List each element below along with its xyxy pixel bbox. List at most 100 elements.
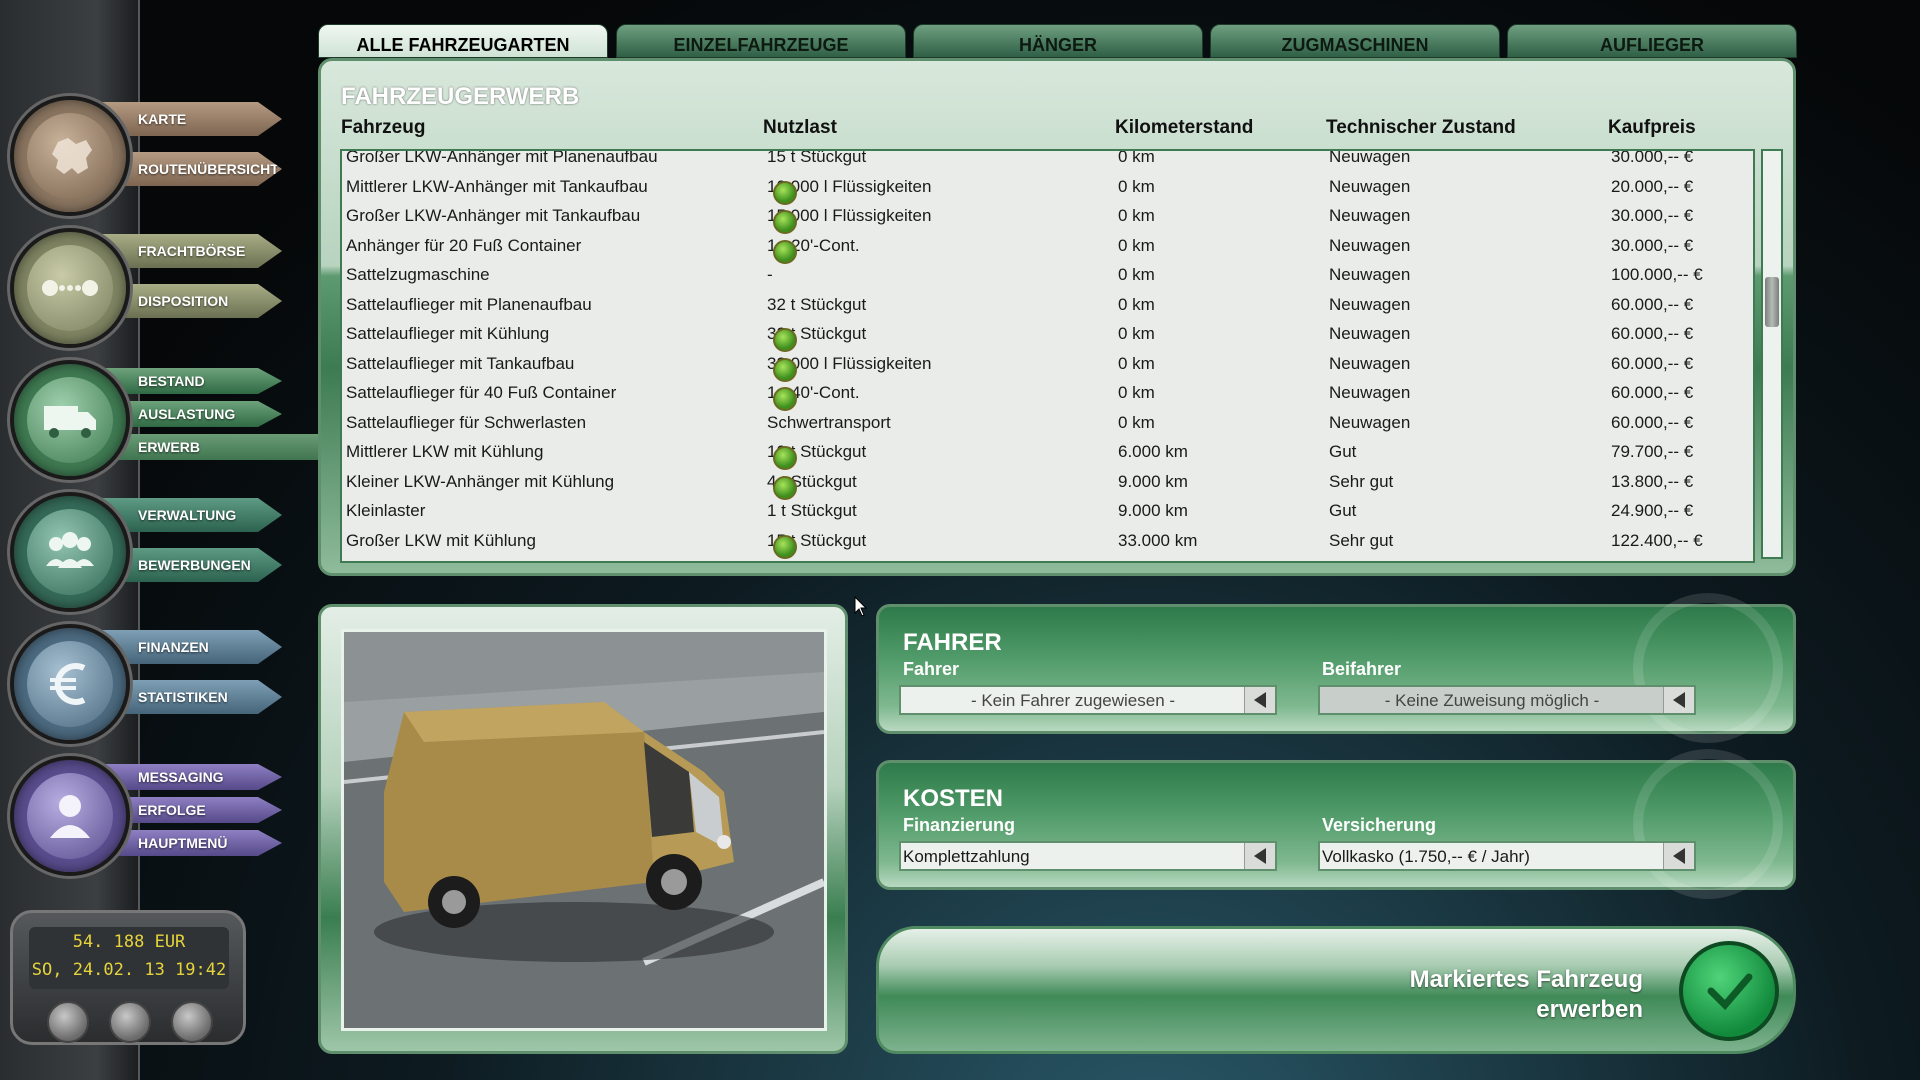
cell-mileage: 9.000 km [1118, 501, 1188, 521]
cell-price: 100.000,-- € [1611, 265, 1703, 285]
cell-condition-text: Neuwagen [1329, 206, 1411, 225]
table-row[interactable]: Großer LKW-Anhänger mit Tankaufbau 15.000… [342, 202, 1753, 234]
finance-disc [10, 624, 130, 744]
cell-payload: 32 t Stückgut [767, 324, 866, 352]
cell-payload: - [767, 265, 773, 285]
cell-price: 60.000,-- € [1611, 354, 1693, 374]
table-row[interactable]: Mittlerer LKW mit Kühlung 10 t Stückgut 6.… [342, 438, 1753, 470]
cell-price-text: 60.000,-- € [1611, 353, 1694, 373]
clock-button-3[interactable] [171, 1001, 213, 1043]
table-row[interactable]: Sattelauflieger mit Tankaufbau 32.000 l F… [342, 350, 1753, 382]
clock-button-1[interactable] [47, 1001, 89, 1043]
cell-mileage: 0 km [1118, 151, 1155, 167]
codriver-select-arrow-icon[interactable] [1663, 687, 1694, 713]
costs-section-title: KOSTEN [903, 785, 1004, 812]
tab-alle-fahrzeugarten[interactable]: ALLE FAHRZEUGARTEN [318, 24, 608, 58]
cell-condition: Neuwagen [1329, 295, 1410, 315]
cell-payload: 32 t Stückgut [767, 295, 866, 315]
scrollbar-thumb[interactable] [1765, 277, 1779, 327]
insurance-select-arrow-icon[interactable] [1663, 843, 1694, 869]
cell-mileage-text: 6.000 km [1118, 442, 1188, 461]
cell-price: 60.000,-- € [1611, 324, 1693, 344]
tab-zugmaschinen[interactable]: ZUGMASCHINEN [1210, 24, 1500, 58]
cell-payload-text: 32 t Stückgut [767, 294, 867, 314]
cell-price: 60.000,-- € [1611, 295, 1693, 315]
cell-vehicle: Kleinlaster [346, 501, 425, 521]
financing-select[interactable]: Komplettzahlung [899, 841, 1277, 871]
cell-price-text: 13.800,-- € [1611, 471, 1694, 491]
col-header-price[interactable]: Kaufpreis [1608, 117, 1696, 139]
cell-price: 30.000,-- € [1611, 206, 1693, 226]
col-header-condition[interactable]: Technischer Zustand [1326, 117, 1516, 139]
tab-einzelfahrzeuge[interactable]: EINZELFAHRZEUGE [616, 24, 906, 58]
codriver-select[interactable]: - Keine Zuweisung möglich - [1318, 685, 1696, 715]
cell-condition: Gut [1329, 442, 1356, 462]
clock-button-2[interactable] [109, 1001, 151, 1043]
table-row[interactable]: Sattelzugmaschine - 0 km Neuwagen 100.000,--… [342, 261, 1753, 290]
nav-routen-label: ROUTENÜBERSICHT [138, 161, 279, 177]
cell-vehicle-text: Sattelauflieger mit Tankaufbau [346, 353, 575, 373]
codriver-label: Beifahrer [1322, 659, 1402, 679]
cell-vehicle-text: Sattelauflieger für 40 Fuß Container [346, 383, 617, 402]
datetime-readout: SO, 24.02. 13 19:42 [31, 960, 227, 980]
cell-condition-text: Neuwagen [1329, 294, 1411, 314]
col-header-vehicle[interactable]: Fahrzeug [341, 117, 425, 139]
cell-payload: 32.000 l Flüssigkeiten [767, 354, 931, 382]
cell-price: 60.000,-- € [1611, 383, 1693, 403]
cargo-type-icon [773, 239, 797, 264]
driver-select-arrow-icon[interactable] [1244, 687, 1275, 713]
tab-auflieger[interactable]: AUFLIEGER [1507, 24, 1797, 58]
table-row[interactable]: Anhänger für 20 Fuß Container 1× 20'-Cont… [342, 232, 1753, 264]
fleet-disc [10, 360, 130, 480]
cell-mileage-text: 0 km [1118, 324, 1155, 343]
driver-label: Fahrer [903, 659, 960, 679]
cargo-type-icon [773, 534, 797, 559]
cell-vehicle: Sattelzugmaschine [346, 265, 490, 285]
nav-erwerb-label: ERWERB [138, 439, 200, 455]
nav-bewerbungen-label: BEWERBUNGEN [138, 557, 251, 573]
insurance-select[interactable]: Vollkasko (1.750,-- € / Jahr) [1318, 841, 1696, 871]
vehicle-table-scrollbar[interactable] [1761, 149, 1783, 559]
cell-price-text: 60.000,-- € [1611, 294, 1694, 314]
table-row[interactable]: Sattelauflieger mit Planenaufbau 32 t Stü… [342, 291, 1753, 320]
map-disc [10, 96, 130, 216]
tab-haenger[interactable]: HÄNGER [913, 24, 1203, 58]
driver-select[interactable]: - Kein Fahrer zugewiesen - [899, 685, 1277, 715]
cell-condition-text: Neuwagen [1329, 149, 1411, 166]
nav-verwaltung-label: VERWALTUNG [138, 507, 237, 523]
cell-condition-text: Sehr gut [1329, 530, 1394, 550]
table-row[interactable]: Sattelauflieger mit Kühlung 32 t Stückgut… [342, 320, 1753, 352]
table-row[interactable]: Mittlerer LKW-Anhänger mit Tankaufbau 10.… [342, 173, 1753, 205]
table-row[interactable]: Kleinlaster 1 t Stückgut 9.000 km Gut 24.900… [342, 497, 1753, 526]
cell-mileage: 6.000 km [1118, 442, 1188, 462]
table-row[interactable]: Großer LKW-Anhänger mit Planenaufbau 15 t… [342, 149, 1753, 172]
cell-condition: Neuwagen [1329, 413, 1410, 433]
col-header-payload[interactable]: Nutzlast [763, 117, 837, 139]
cell-vehicle-text: Sattelauflieger mit Kühlung [346, 324, 550, 343]
table-row[interactable]: Sattelauflieger für 40 Fuß Container 1× 4… [342, 379, 1753, 411]
cell-payload: 1× 40'-Cont. [767, 383, 860, 411]
truck-icon [44, 406, 96, 438]
vehicle-table[interactable]: Großer LKW-Anhänger mit Planenaufbau 15 t… [340, 149, 1755, 563]
cargo-type-icon [773, 210, 797, 234]
cell-vehicle: Sattelauflieger mit Planenaufbau [346, 295, 592, 315]
table-row[interactable]: Sattelauflieger für Schwerlasten Schwertr… [342, 409, 1753, 438]
cell-price-text: 60.000,-- € [1611, 383, 1694, 402]
table-row[interactable]: Großer LKW mit Kühlung 15 t Stückgut 33.00… [342, 527, 1753, 559]
cell-vehicle-text: Sattelzugmaschine [346, 265, 490, 284]
driver-section-title: FAHRER [903, 629, 1002, 656]
col-header-mileage[interactable]: Kilometerstand [1115, 117, 1253, 139]
balance-readout: 54. 188 EUR [72, 932, 186, 952]
cell-payload: 4 t Stückgut [767, 472, 857, 500]
cell-price: 79.700,-- € [1611, 442, 1693, 462]
financing-select-arrow-icon[interactable] [1244, 843, 1275, 869]
checkmark-icon[interactable] [1679, 941, 1779, 1041]
buy-vehicle-button[interactable]: Markiertes Fahrzeug erwerben [876, 926, 1796, 1054]
cell-vehicle: Großer LKW-Anhänger mit Planenaufbau [346, 151, 658, 167]
table-row[interactable]: Kleiner LKW-Anhänger mit Kühlung 4 t Stüc… [342, 468, 1753, 500]
cell-price: 20.000,-- € [1611, 177, 1693, 197]
mouse-cursor-icon [854, 596, 868, 617]
cell-vehicle-text: Sattelauflieger mit Planenaufbau [346, 294, 592, 314]
cell-price-text: 60.000,-- € [1611, 324, 1694, 343]
tab-label: ZUGMASCHINEN [1281, 34, 1429, 55]
